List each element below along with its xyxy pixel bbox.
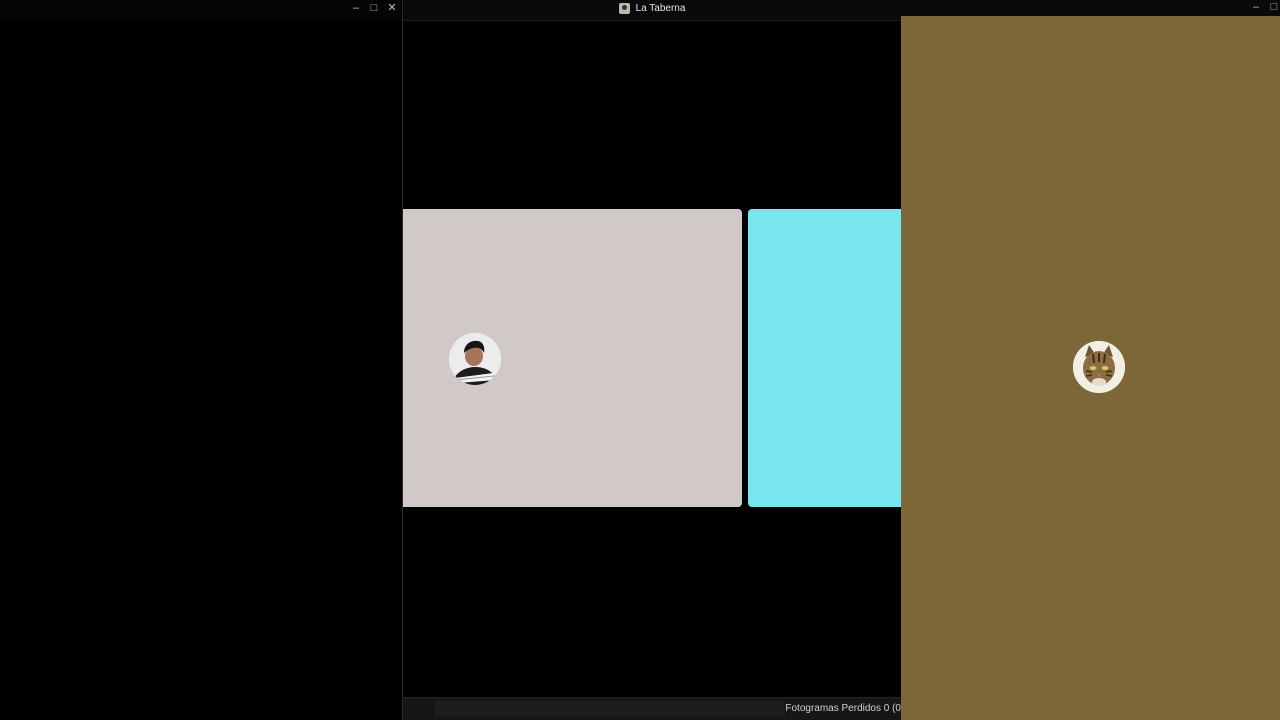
center-window-titlebar[interactable]: La Taberna xyxy=(403,0,901,21)
participant-tile-cyan[interactable] xyxy=(748,209,901,507)
left-window-titlebar[interactable]: – □ ✕ xyxy=(0,0,402,20)
status-field xyxy=(435,701,785,716)
left-window-controls: – □ ✕ xyxy=(350,2,398,14)
window-title: La Taberna xyxy=(403,3,901,14)
app-icon xyxy=(618,3,630,14)
maximize-button[interactable]: □ xyxy=(368,2,380,14)
center-window: La Taberna Fotogramas Perdidos 0 (0 xyxy=(403,0,901,720)
minimize-button[interactable]: – xyxy=(1250,1,1262,13)
right-window-titlebar[interactable]: – □ xyxy=(901,0,1280,16)
person-avatar-icon xyxy=(449,333,501,385)
window-title-text: La Taberna xyxy=(635,3,686,14)
participant-tile-user[interactable] xyxy=(403,209,742,507)
left-window: – □ ✕ xyxy=(0,0,403,720)
maximize-button[interactable]: □ xyxy=(1268,1,1280,13)
right-window-controls: – □ xyxy=(1250,1,1280,13)
close-button[interactable]: ✕ xyxy=(386,2,398,14)
dropped-frames-status: Fotogramas Perdidos 0 (0 xyxy=(785,703,901,714)
cat-avatar-icon xyxy=(1073,341,1125,393)
right-window: – □ xyxy=(901,0,1280,720)
minimize-button[interactable]: – xyxy=(350,2,362,14)
status-bar: Fotogramas Perdidos 0 (0 xyxy=(403,697,901,720)
